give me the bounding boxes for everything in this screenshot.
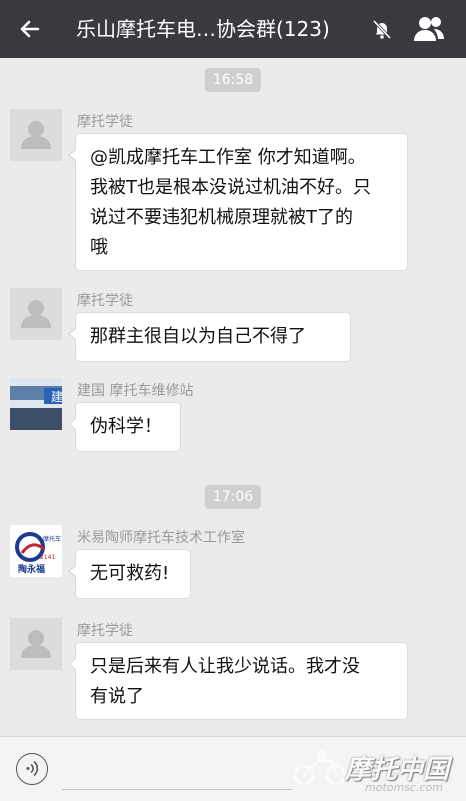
avatar[interactable] (10, 288, 62, 340)
input-bar: 摩托中国 motomsc.com (0, 736, 466, 801)
message-bubble[interactable]: 那群主很自以为自己不得了 (68, 312, 351, 362)
avatar-sign-text: 建 (51, 390, 62, 404)
sender-name: 建国 摩托车维修站 (77, 383, 194, 399)
logo-avatar: 摩托车 2141 陶永福 (10, 525, 62, 577)
default-avatar-icon (10, 618, 62, 670)
group-members-icon[interactable] (412, 14, 446, 44)
avatar-name-text: 陶永福 (18, 563, 45, 575)
timestamp: 17:06 (204, 485, 262, 509)
message-line: 无可救药! (90, 563, 170, 584)
message-line: @凯成摩托车工作室 你才知道啊。 (90, 147, 366, 168)
motorcycle-watermark-icon (293, 750, 347, 786)
message-line: 说过不要违犯机械原理就被T了的 (90, 207, 353, 228)
message-line: 哦 (90, 237, 108, 258)
avatar[interactable] (10, 109, 62, 161)
sender-name: 米易陶师摩托车技术工作室 (77, 530, 245, 546)
back-arrow-icon[interactable] (14, 13, 46, 45)
message-bubble[interactable]: 只是后来有人让我少说话。我才没 有说了 (68, 642, 408, 720)
message-line: 只是后来有人让我少说话。我才没 (90, 656, 360, 677)
message-list[interactable]: 16:58 摩托学徒 @凯成摩托车工作室 你才知道啊。 我被T也是根本没说过机油… (0, 58, 466, 736)
message-line: 那群主很自以为自己不得了 (90, 326, 306, 347)
message-line: 我被T也是根本没说过机油不好。只 (90, 177, 371, 198)
avatar[interactable] (10, 618, 62, 670)
message-bubble[interactable]: @凯成摩托车工作室 你才知道啊。 我被T也是根本没说过机油不好。只 说过不要违犯… (68, 133, 408, 271)
chat-title: 乐山摩托车电…协会群(123) (76, 17, 330, 41)
watermark-url: motomsc.com (365, 781, 443, 794)
sender-name: 摩托学徒 (77, 114, 133, 130)
chat-header: 乐山摩托车电…协会群(123) (0, 0, 466, 58)
avatar-number-text: 2141 (40, 554, 55, 561)
default-avatar-icon (10, 288, 62, 340)
avatar[interactable]: 建 (10, 378, 62, 430)
message-line: 伪科学！ (90, 416, 162, 437)
timestamp: 16:58 (204, 68, 262, 92)
sender-name: 摩托学徒 (77, 623, 133, 639)
sender-name: 摩托学徒 (77, 293, 133, 309)
avatar-small-text: 摩托车 (43, 535, 61, 543)
default-avatar-icon (10, 109, 62, 161)
message-input[interactable] (62, 789, 292, 790)
message-bubble[interactable]: 伪科学！ (68, 402, 181, 452)
avatar-photo: 建 (10, 378, 62, 430)
message-bubble[interactable]: 无可救药! (68, 549, 191, 599)
voice-icon[interactable] (16, 753, 48, 785)
message-line: 有说了 (90, 686, 144, 707)
avatar[interactable]: 摩托车 2141 陶永福 (10, 525, 62, 577)
bell-muted-icon (372, 19, 392, 40)
